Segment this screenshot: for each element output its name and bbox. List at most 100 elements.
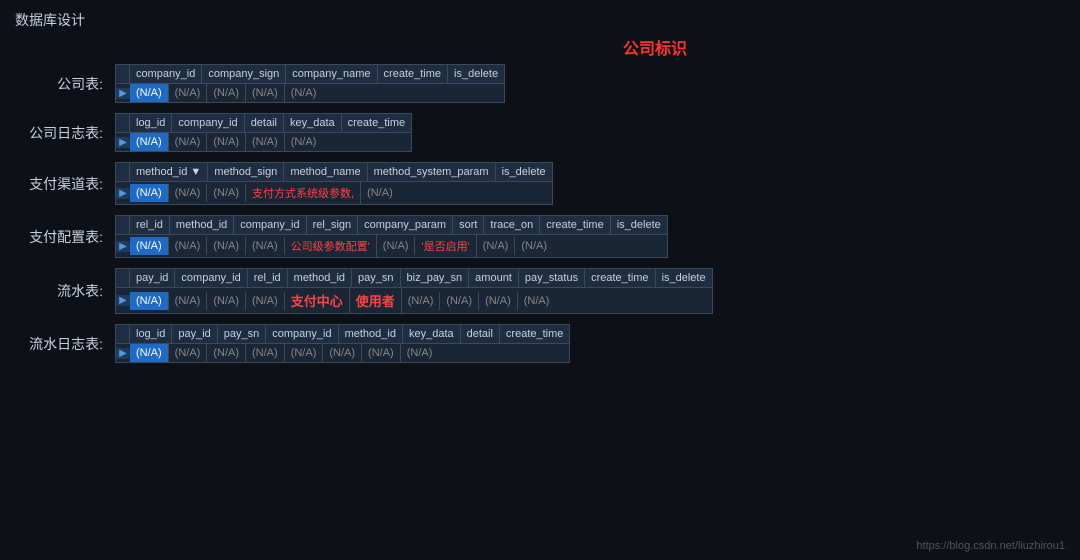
col-header: key_data <box>284 114 342 132</box>
col-value: (N/A) <box>246 133 285 151</box>
col-value: (N/A) <box>285 344 324 362</box>
col-header: method_sign <box>208 163 284 181</box>
col-header: is_delete <box>656 269 712 287</box>
col-header: company_id <box>130 65 202 83</box>
table-label: 流水日志表: <box>15 334 115 354</box>
db-table: method_id ▼method_signmethod_namemethod_… <box>115 162 553 205</box>
col-header: company_name <box>286 65 377 83</box>
col-header: key_data <box>403 325 461 343</box>
col-header: amount <box>469 269 519 287</box>
col-value: (N/A) <box>130 292 169 310</box>
col-header: method_system_param <box>368 163 496 181</box>
col-value: (N/A) <box>169 292 208 310</box>
col-header: pay_sn <box>218 325 266 343</box>
col-value: (N/A) <box>169 84 208 102</box>
col-header: trace_on <box>484 216 540 234</box>
db-table: rel_idmethod_idcompany_idrel_signcompany… <box>115 215 668 258</box>
col-header: log_id <box>130 325 172 343</box>
col-header: method_name <box>284 163 367 181</box>
db-table: pay_idcompany_idrel_idmethod_idpay_snbiz… <box>115 268 713 314</box>
col-value: (N/A) <box>246 237 285 255</box>
col-value: (N/A) <box>515 237 553 255</box>
table-row-container: 公司表:company_idcompany_signcompany_namecr… <box>15 64 1065 103</box>
col-header: company_id <box>175 269 247 287</box>
col-value: (N/A) <box>169 237 208 255</box>
table-row-container: 流水表:pay_idcompany_idrel_idmethod_idpay_s… <box>15 268 1065 314</box>
col-header: company_id <box>172 114 244 132</box>
col-value: (N/A) <box>362 344 401 362</box>
col-header: sort <box>453 216 484 234</box>
page-title: 数据库设计 <box>0 0 1080 35</box>
row-arrow: ▶ <box>116 348 130 359</box>
col-header: pay_id <box>130 269 175 287</box>
col-value: (N/A) <box>169 133 208 151</box>
table-label: 支付配置表: <box>15 227 115 247</box>
col-header: is_delete <box>496 163 552 181</box>
col-header: pay_status <box>519 269 585 287</box>
col-header: create_time <box>500 325 569 343</box>
col-value: (N/A) <box>377 237 416 255</box>
col-header: rel_id <box>248 269 288 287</box>
row-arrow: ▶ <box>116 241 130 252</box>
col-header: company_sign <box>202 65 286 83</box>
table-row-container: 公司日志表:log_idcompany_iddetailkey_datacrea… <box>15 113 1065 152</box>
col-value: (N/A) <box>518 292 556 310</box>
col-header: biz_pay_sn <box>401 269 470 287</box>
db-table: company_idcompany_signcompany_namecreate… <box>115 64 505 103</box>
col-header: log_id <box>130 114 172 132</box>
col-value: (N/A) <box>130 133 169 151</box>
col-header: detail <box>461 325 500 343</box>
table-row-container: 流水日志表: log_idpay_idpay_sncompany_idmethod… <box>15 324 1065 363</box>
table-label: 流水表: <box>15 281 115 301</box>
row-arrow: ▶ <box>116 188 130 199</box>
db-table: log_idcompany_iddetailkey_datacreate_tim… <box>115 113 412 152</box>
col-value: (N/A) <box>246 344 285 362</box>
col-value: (N/A) <box>169 344 208 362</box>
table-row-container: 支付渠道表:method_id ▼method_signmethod_namem… <box>15 162 1065 205</box>
col-header: create_time <box>342 114 411 132</box>
col-header: create_time <box>540 216 610 234</box>
col-header: method_id <box>339 325 403 343</box>
table-label: 公司表: <box>15 74 115 94</box>
col-value: (N/A) <box>169 184 208 202</box>
col-value: (N/A) <box>440 292 479 310</box>
col-value: '是否启用' <box>415 235 476 257</box>
row-arrow: ▶ <box>116 137 130 148</box>
col-header: create_time <box>378 65 448 83</box>
table-row-container: 支付配置表:rel_idmethod_idcompany_idrel_signc… <box>15 215 1065 258</box>
col-value: (N/A) <box>207 184 246 202</box>
col-value: (N/A) <box>479 292 518 310</box>
col-header: pay_sn <box>352 269 400 287</box>
col-header: detail <box>245 114 284 132</box>
col-header: company_id <box>266 325 338 343</box>
col-value: (N/A) <box>401 344 439 362</box>
col-header: is_delete <box>611 216 667 234</box>
col-value: (N/A) <box>402 292 441 310</box>
col-value: (N/A) <box>207 84 246 102</box>
table-label: 支付渠道表: <box>15 174 115 194</box>
footer-url: https://blog.csdn.net/liuzhirou1 <box>916 540 1065 552</box>
main-content: 公司表:company_idcompany_signcompany_namecr… <box>0 64 1080 363</box>
company-label: 公司标识 <box>230 35 1080 59</box>
col-value: (N/A) <box>207 133 246 151</box>
col-value: (N/A) <box>130 84 169 102</box>
col-header: company_param <box>358 216 453 234</box>
col-header: method_id ▼ <box>130 163 208 181</box>
row-arrow: ▶ <box>116 88 130 99</box>
col-value: (N/A) <box>323 344 362 362</box>
col-value: (N/A) <box>130 184 169 202</box>
col-value: (N/A) <box>361 184 399 202</box>
col-value: (N/A) <box>130 344 169 362</box>
col-header: method_id <box>170 216 234 234</box>
col-value: (N/A) <box>130 237 169 255</box>
col-value: 支付中心 <box>285 288 350 313</box>
col-header: pay_id <box>172 325 217 343</box>
col-header: company_id <box>234 216 306 234</box>
col-header: create_time <box>585 269 655 287</box>
row-arrow: ▶ <box>116 295 130 306</box>
col-value: (N/A) <box>207 292 246 310</box>
col-value: (N/A) <box>246 84 285 102</box>
col-header: is_delete <box>448 65 504 83</box>
col-header: rel_sign <box>307 216 359 234</box>
col-value: (N/A) <box>285 84 323 102</box>
